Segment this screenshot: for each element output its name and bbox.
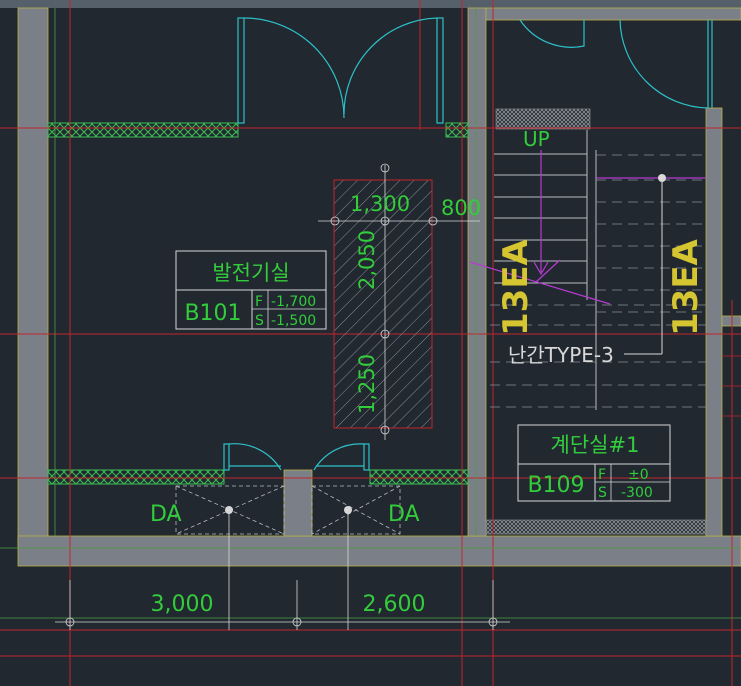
- stair-room-name: 계단실#1: [551, 433, 640, 457]
- generator-f-label: F: [255, 294, 263, 310]
- da-right-label: DA: [388, 502, 420, 527]
- bottom-wall: [17, 535, 741, 567]
- cad-drawing-canvas[interactable]: 1,300 800 2,050 1,250 발전기실 B101 F -1,700…: [0, 0, 741, 686]
- pad-gap-dimension: 800: [441, 196, 481, 220]
- insulation-top-left: [47, 122, 239, 138]
- railing-leader-dot: [658, 174, 666, 182]
- generator-f-value: -1,700: [271, 294, 316, 310]
- ea-right-label: 13EA: [666, 238, 706, 336]
- center-pier: [283, 469, 313, 537]
- top-right-wall: [485, 7, 741, 21]
- insulation-top-right: [445, 122, 469, 138]
- stair-f-value: ±0: [628, 467, 649, 483]
- da-left-label: DA: [150, 502, 182, 527]
- insulation-bottom-right: [369, 469, 469, 485]
- bottom-left-dimension: 3,000: [151, 592, 214, 617]
- stair-s-value: -300: [621, 485, 653, 501]
- stair-f-label: F: [598, 467, 606, 483]
- stair-room-code: B109: [527, 473, 584, 498]
- pad-lower-dimension: 1,250: [355, 354, 379, 414]
- middle-wall: [467, 7, 487, 537]
- left-wall: [17, 7, 49, 549]
- generator-room-name: 발전기실: [212, 261, 289, 285]
- ea-left-label: 13EA: [496, 238, 536, 336]
- stair-landing-hatch: [495, 108, 591, 130]
- top-strip: [0, 0, 741, 8]
- pad-upper-dimension: 2,050: [355, 230, 379, 290]
- right-wall: [705, 107, 723, 537]
- bottom-right-dimension: 2,600: [363, 592, 426, 617]
- stair-s-label: S: [598, 485, 607, 501]
- stair-up-label: UP: [523, 127, 550, 151]
- generator-s-label: S: [255, 313, 264, 329]
- generator-room-code: B101: [184, 301, 241, 326]
- railing-label: 난간TYPE-3: [508, 343, 614, 367]
- generator-s-value: -1,500: [271, 313, 316, 329]
- pad-width-dimension: 1,300: [350, 192, 410, 216]
- stair-floor-hatch: [485, 519, 707, 535]
- insulation-bottom-left: [47, 469, 225, 485]
